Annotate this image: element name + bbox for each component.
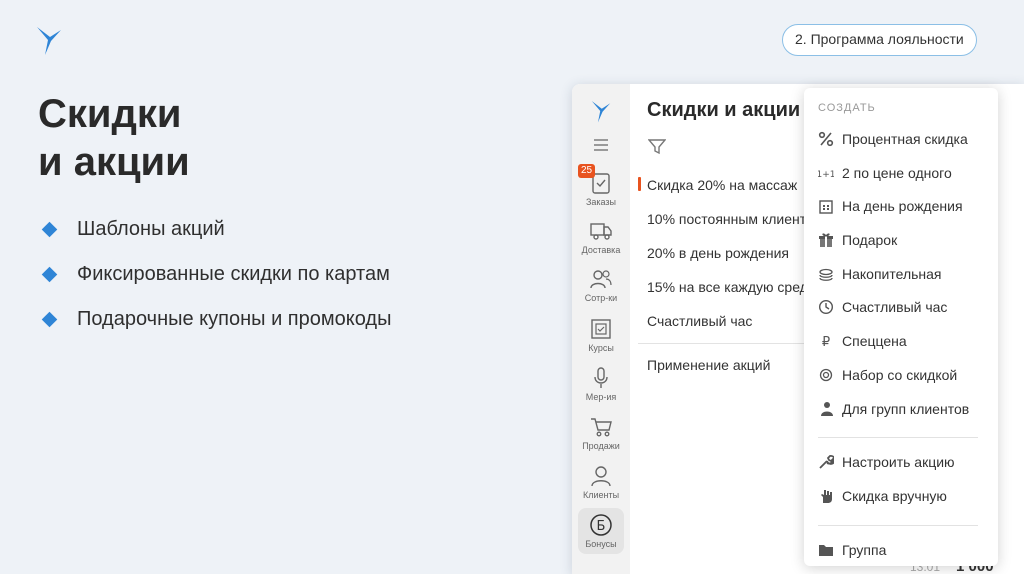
menu-item-bundle[interactable]: Набор со скидкой xyxy=(804,365,998,399)
bullet-item: Подарочные купоны и промокоды xyxy=(41,304,391,349)
promo-apply-link[interactable]: Применение акций xyxy=(647,357,770,373)
dropdown-divider xyxy=(818,437,978,439)
menu-icon[interactable] xyxy=(594,139,608,151)
promo-item[interactable]: 20% в день рождения xyxy=(638,240,808,274)
create-dropdown-menu: СОЗДАТЬ Процентная скидка 1+1 2 по цене … xyxy=(804,88,998,566)
wrench-icon xyxy=(819,455,834,469)
divider xyxy=(638,343,808,344)
svg-text:Б: Б xyxy=(597,519,606,534)
menu-item-group[interactable]: Группа xyxy=(804,540,998,574)
gift-icon xyxy=(819,233,833,248)
promo-item[interactable]: Скидка 20% на массаж xyxy=(638,172,808,206)
one-plus-one-icon: 1+1 xyxy=(818,170,834,180)
ruble-icon: ₽ xyxy=(822,335,830,349)
calendar-icon xyxy=(819,200,833,215)
sidebar-item-orders[interactable]: 25 Заказы xyxy=(572,164,630,207)
slide-title: Скидки и акции xyxy=(38,92,190,184)
sidebar-item-label: Мер-ия xyxy=(585,392,617,402)
menu-item-configure-promo[interactable]: Настроить акцию xyxy=(804,452,998,486)
bullet-item: Шаблоны акций xyxy=(41,214,391,259)
menu-item-gift[interactable]: Подарок xyxy=(804,230,998,264)
menu-item-two-for-one[interactable]: 1+1 2 по цене одного xyxy=(804,163,998,197)
sidebar-item-label: Продажи xyxy=(582,441,620,451)
sidebar-item-bonuses[interactable]: Б Бонусы xyxy=(572,508,630,554)
promo-item[interactable]: Счастливый час xyxy=(638,308,808,342)
brand-logo-icon xyxy=(37,27,61,55)
svg-text:1+1: 1+1 xyxy=(818,170,834,180)
bullet-list: Шаблоны акций Фиксированные скидки по ка… xyxy=(41,214,391,349)
dropdown-divider xyxy=(818,524,978,526)
courses-icon xyxy=(591,319,611,339)
sidebar-item-sales[interactable]: Продажи xyxy=(572,414,630,451)
sidebar-item-courses[interactable]: Курсы xyxy=(572,316,630,353)
svg-text:₽: ₽ xyxy=(822,335,830,349)
page-title: Скидки и акции xyxy=(647,99,801,121)
microphone-icon xyxy=(594,367,608,388)
menu-item-special-price[interactable]: ₽ Спеццена xyxy=(804,331,998,365)
orders-count-badge: 25 xyxy=(578,164,596,178)
filter-icon[interactable] xyxy=(648,139,666,155)
diamond-bullet-icon xyxy=(41,266,58,283)
menu-item-birthday[interactable]: На день рождения xyxy=(804,196,998,230)
sidebar-item-delivery[interactable]: Доставка xyxy=(572,218,630,255)
menu-item-client-groups[interactable]: Для групп клиентов xyxy=(804,399,998,433)
sidebar-item-clients[interactable]: Клиенты xyxy=(572,463,630,500)
group-clients-icon xyxy=(821,401,833,416)
sidebar-item-label: Курсы xyxy=(588,343,614,353)
cart-icon xyxy=(591,418,612,437)
menu-item-manual-discount[interactable]: Скидка вручную xyxy=(804,486,998,520)
clients-icon xyxy=(591,466,611,487)
staff-icon xyxy=(590,270,612,289)
bullet-item: Фиксированные скидки по картам xyxy=(41,259,391,304)
app-logo-icon[interactable] xyxy=(591,98,611,124)
bonus-icon: Б xyxy=(590,514,612,536)
truck-icon xyxy=(590,223,612,240)
diamond-bullet-icon xyxy=(41,221,58,238)
promo-list: Скидка 20% на массаж 10% постоянным клие… xyxy=(638,172,808,342)
clock-icon xyxy=(818,300,834,315)
menu-item-happy-hour[interactable]: Счастливый час xyxy=(804,297,998,331)
hand-icon xyxy=(821,489,832,503)
sidebar-item-label: Бонусы xyxy=(585,539,617,549)
sidebar-item-events[interactable]: Мер-ия xyxy=(572,365,630,402)
promo-item[interactable]: 10% постоянным клиентам xyxy=(638,206,808,240)
section-pill: 2. Программа лояльности xyxy=(782,24,977,56)
sidebar-item-label: Доставка xyxy=(581,245,621,255)
menu-item-percent-discount[interactable]: Процентная скидка xyxy=(804,129,998,163)
stack-icon xyxy=(819,268,833,281)
bundle-icon xyxy=(819,368,833,381)
sidebar-item-label: Заказы xyxy=(585,197,617,207)
sidebar-item-staff[interactable]: Сотр-ки xyxy=(572,266,630,303)
sidebar-rail: 25 Заказы Доставка Сотр-ки Курсы Мер-ия … xyxy=(572,84,630,574)
percent-icon xyxy=(818,131,834,147)
sidebar-item-label: Клиенты xyxy=(582,490,620,500)
promo-item[interactable]: 15% на все каждую среду xyxy=(638,274,808,308)
menu-item-cumulative[interactable]: Накопительная xyxy=(804,264,998,298)
dropdown-heading: СОЗДАТЬ xyxy=(818,102,876,114)
diamond-bullet-icon xyxy=(41,311,58,328)
sidebar-item-label: Сотр-ки xyxy=(584,293,618,303)
folder-icon xyxy=(819,544,833,556)
